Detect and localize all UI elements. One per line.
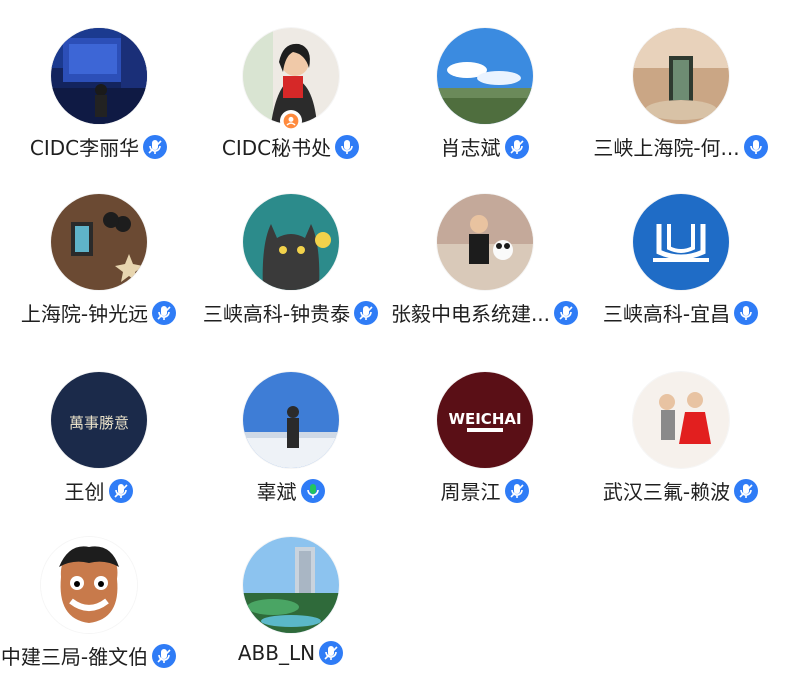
mic-muted-icon[interactable] [354,300,379,325]
participant-tile[interactable]: 中建三局-雒文伯 [0,537,187,697]
mic-muted-icon[interactable] [108,478,133,503]
participant-name: ABB_LN [237,641,316,665]
mic-muted-icon[interactable] [504,134,529,159]
participant-tile[interactable]: ABB_LN [192,537,389,697]
mic-muted-icon[interactable] [504,478,529,503]
participant-name: CIDC李丽华 [29,136,140,160]
avatar [632,28,729,124]
mic-muted-icon[interactable] [554,300,579,325]
participant-name: 辜斌 [256,480,297,504]
avatar: 萬事勝意 [50,372,147,468]
participant-tile[interactable]: WEICHAI 周景江 [386,372,583,532]
avatar [50,28,147,124]
participant-tile[interactable]: 肖志斌 [386,28,583,188]
participant-name: 中建三局-雒文伯 [0,645,149,669]
participant-tile[interactable]: 萬事勝意 王创 [0,372,197,532]
avatar [40,537,137,633]
mic-speaking-icon[interactable] [300,478,325,503]
participant-name: 三峡上海院-何... [593,136,740,160]
participant-name: 武汉三氟-赖波 [602,480,731,504]
participant-tile[interactable]: 辜斌 [192,372,389,532]
participant-tile[interactable]: CIDC李丽华 [0,28,197,188]
participant-name: CIDC秘书处 [221,136,332,160]
host-badge-icon [279,110,302,132]
participant-name: 张毅中电系统建... [390,302,551,326]
participant-name: 肖志斌 [440,136,501,160]
avatar [436,194,533,290]
participant-name: 三峡高科-宜昌 [602,302,731,326]
avatar [632,194,729,290]
avatar [242,372,339,468]
avatar: WEICHAI [436,372,533,468]
avatar [242,537,339,633]
participant-tile[interactable]: 三峡高科-钟贵泰 [192,194,389,354]
avatar-text: WEICHAI [448,410,521,428]
participant-name: 周景江 [440,480,501,504]
participant-name: 上海院-钟光远 [20,302,149,326]
avatar [632,372,729,468]
participant-tile[interactable]: 张毅中电系统建... [386,194,583,354]
participant-tile[interactable]: 武汉三氟-赖波 [582,372,779,532]
participant-grid: CIDC李丽华 CIDC秘书处 肖志斌 三峡上海院-何... 上海院-钟光远 三… [0,0,788,693]
mic-muted-icon[interactable] [152,300,177,325]
mic-muted-icon[interactable] [734,478,759,503]
mic-muted-icon[interactable] [319,641,344,665]
avatar [50,194,147,290]
participant-tile[interactable]: 三峡上海院-何... [582,28,779,188]
mic-muted-icon[interactable] [143,134,168,159]
mic-icon[interactable] [335,134,360,159]
mic-icon[interactable] [743,134,768,159]
avatar [436,28,533,124]
participant-name: 王创 [64,480,105,504]
participant-tile[interactable]: 三峡高科-宜昌 [582,194,779,354]
avatar [242,194,339,290]
participant-name: 三峡高科-钟贵泰 [202,302,351,326]
participant-tile[interactable]: 上海院-钟光远 [0,194,197,354]
avatar-text: 萬事勝意 [68,414,128,432]
participant-tile[interactable]: CIDC秘书处 [192,28,389,188]
mic-icon[interactable] [734,300,759,325]
mic-muted-icon[interactable] [152,643,177,668]
